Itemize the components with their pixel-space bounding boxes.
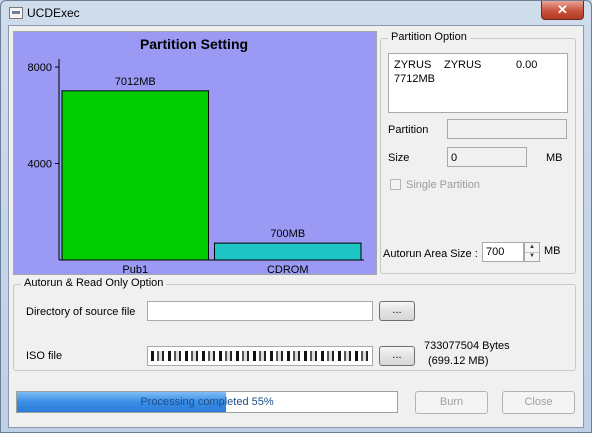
iso-file-browse-button[interactable]: ... xyxy=(379,346,415,366)
autorun-option-legend: Autorun & Read Only Option xyxy=(21,277,167,289)
size-unit: MB xyxy=(546,152,563,164)
progress-bar: Processing completed 55% xyxy=(16,391,398,413)
title-bar[interactable]: UCDExec ✕ xyxy=(1,1,591,25)
partition-option-legend: Partition Option xyxy=(388,31,470,43)
iso-size-mb: (699.12 MB) xyxy=(428,355,489,367)
disk-vendor: ZYRUS xyxy=(394,59,432,71)
x-tick-label: CDROM xyxy=(267,264,309,274)
progress-text: Processing completed 55% xyxy=(140,396,274,408)
spin-down-icon[interactable]: ▼ xyxy=(525,252,539,261)
source-dir-label: Directory of source file xyxy=(26,306,136,318)
bar xyxy=(214,242,362,261)
autorun-size-spinner[interactable]: ▲ ▼ xyxy=(524,242,540,262)
x-tick-label: Pub1 xyxy=(122,264,148,274)
disk-revision: 0.00 xyxy=(516,59,538,71)
disk-capacity: 7712MB xyxy=(394,73,435,85)
size-field[interactable]: 0 xyxy=(447,147,527,167)
disk-product: ZYRUS xyxy=(444,59,482,71)
window-title: UCDExec xyxy=(27,6,80,20)
y-tick-label: 8000 xyxy=(28,62,52,74)
partition-chart: Partition Setting 8000 4000 7012MB Pub1 700M… xyxy=(13,31,377,275)
app-icon xyxy=(9,7,23,19)
close-button[interactable]: Close xyxy=(502,391,575,414)
autorun-size-label: Autorun Area Size : xyxy=(383,248,478,260)
autorun-size-unit: MB xyxy=(544,245,561,257)
burn-button[interactable]: Burn xyxy=(415,391,488,414)
autorun-size-field[interactable]: 700 xyxy=(482,242,524,262)
iso-size-bytes: 733077504 Bytes xyxy=(424,340,510,352)
single-partition-label: Single Partition xyxy=(406,179,480,191)
iso-file-label: ISO file xyxy=(26,350,63,362)
partition-label: Partition xyxy=(388,124,429,136)
single-partition-checkbox[interactable] xyxy=(390,179,401,190)
bar xyxy=(61,90,209,261)
autorun-option-group: Autorun & Read Only Option Directory of … xyxy=(13,277,576,371)
partition-field[interactable] xyxy=(447,119,567,139)
app-window: UCDExec ✕ Partition Setting 8000 4000 7012… xyxy=(0,0,592,433)
bar-data-label: 7012MB xyxy=(115,76,156,88)
bar-data-label: 700MB xyxy=(270,228,305,240)
partition-option-group: Partition Option ZYRUS ZYRUS 0.00 7712MB… xyxy=(380,31,576,274)
size-label: Size xyxy=(388,152,410,164)
window-close-button[interactable]: ✕ xyxy=(541,1,584,20)
dialog-body: Partition Setting 8000 4000 7012MB Pub1 700M… xyxy=(8,25,584,428)
source-dir-browse-button[interactable]: ... xyxy=(379,301,415,321)
source-dir-input[interactable] xyxy=(147,301,373,321)
redacted-path xyxy=(151,351,369,361)
disk-info-box: ZYRUS ZYRUS 0.00 7712MB xyxy=(388,53,568,113)
y-tick-label: 4000 xyxy=(28,159,52,171)
chart-canvas: 8000 4000 7012MB Pub1 700MB CDROM xyxy=(28,59,364,274)
iso-file-input[interactable] xyxy=(147,346,373,366)
